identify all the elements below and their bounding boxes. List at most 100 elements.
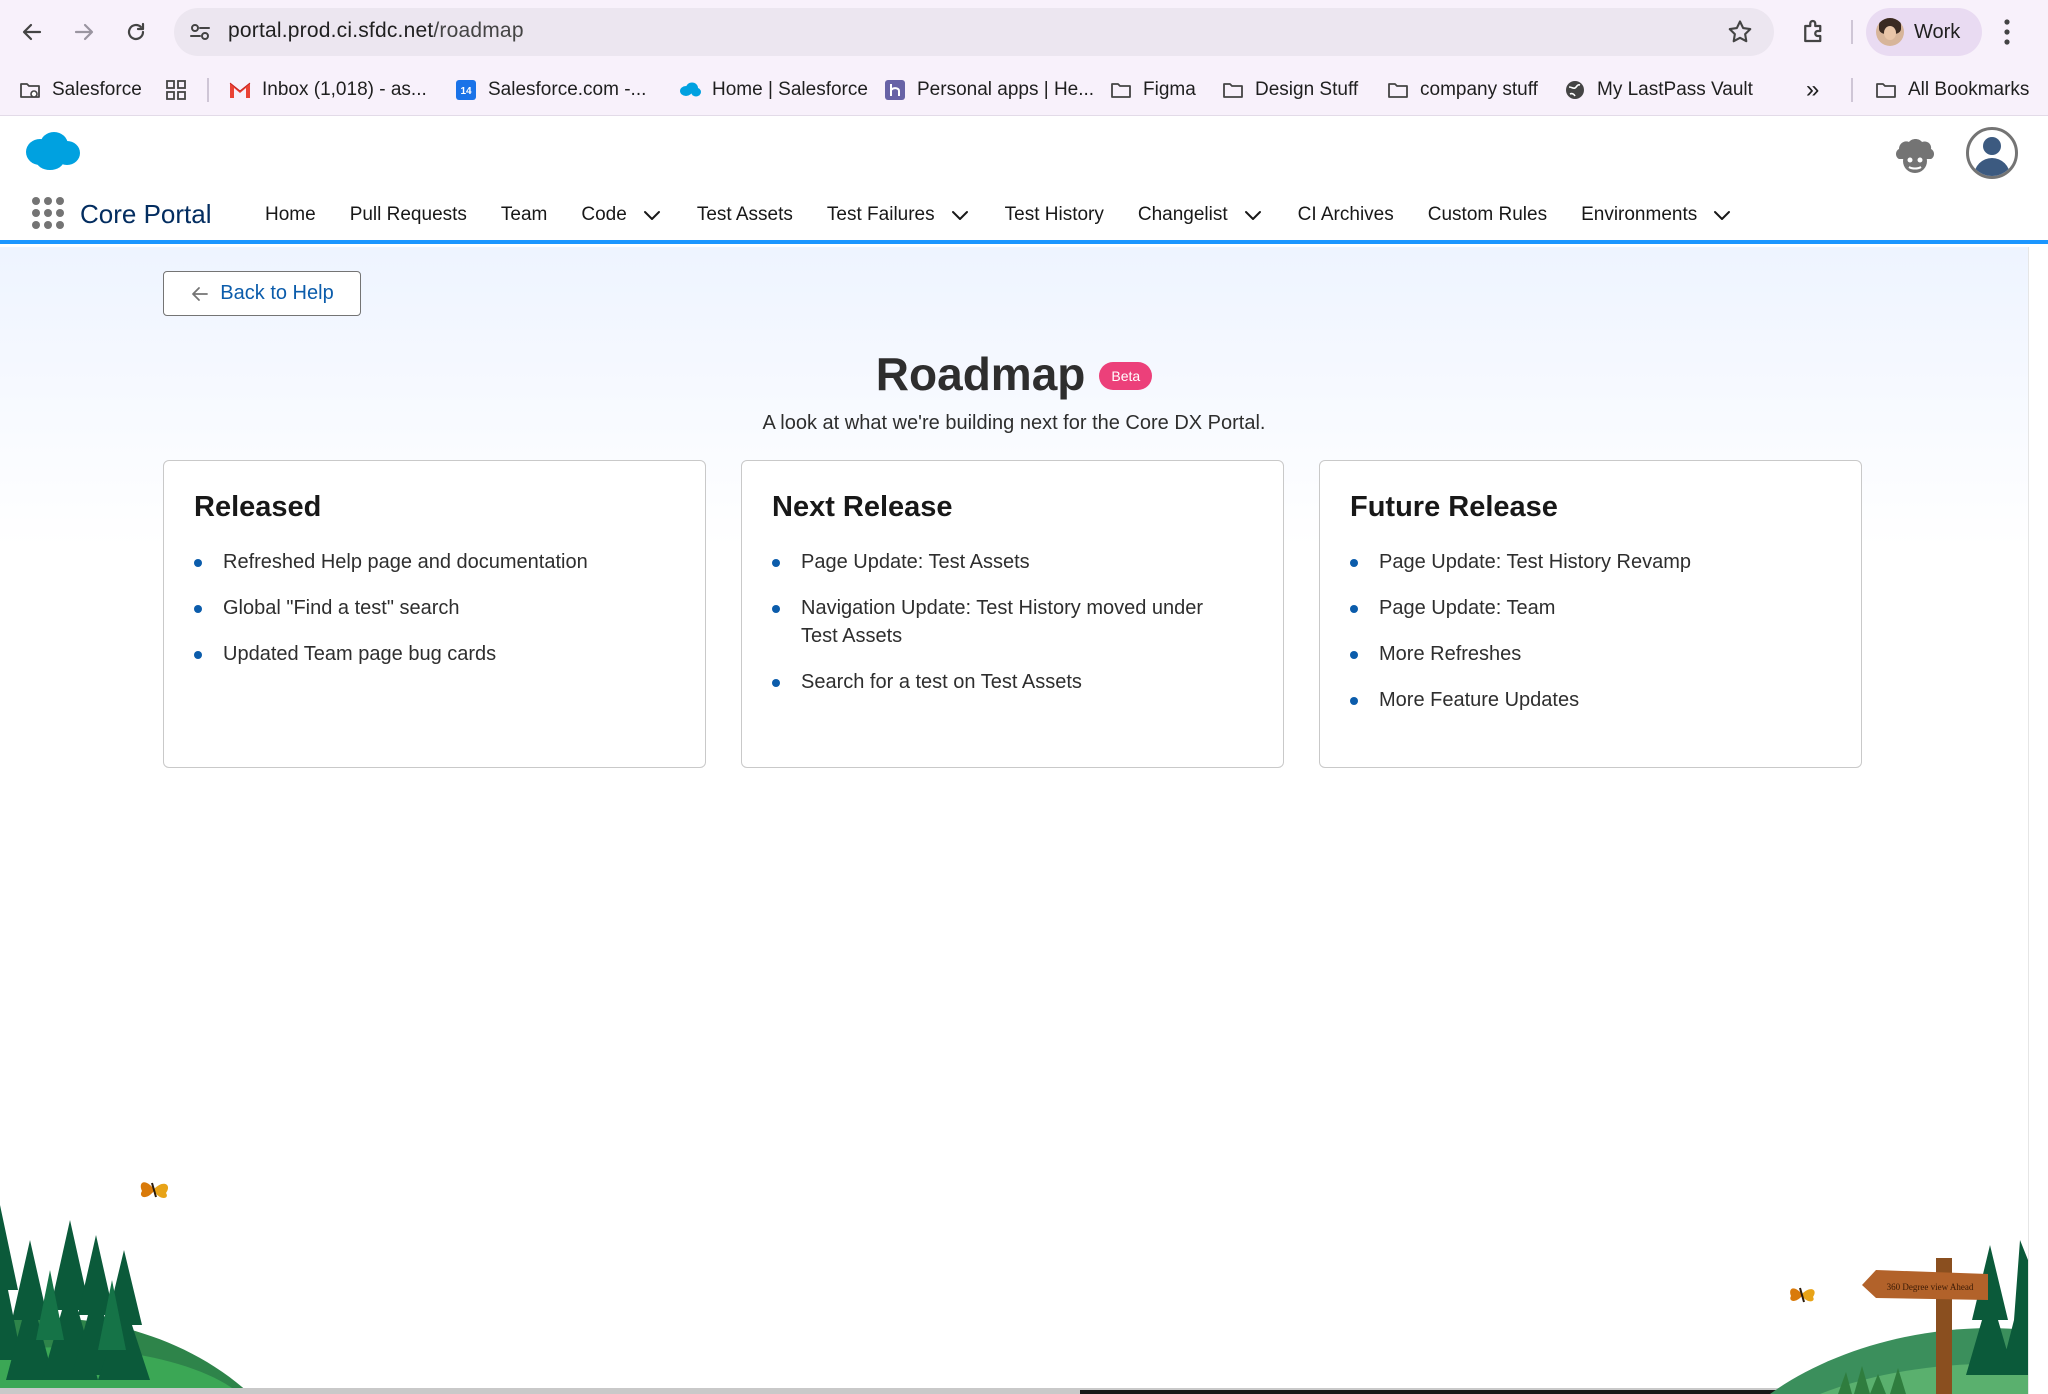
reload-icon [127,22,145,41]
back-nav-button[interactable] [12,12,52,52]
nav-label: Code [581,204,627,225]
bookmarks-divider [1851,78,1853,102]
nav-label: Pull Requests [349,204,467,225]
nav-item-test-history[interactable]: Test History [1005,204,1104,226]
app-header: Core Portal Home Pull Requests Team Code… [0,117,2048,244]
bookmark-home-salesforce[interactable]: Home | Salesforce [678,64,868,116]
bookmark-label: company stuff [1420,79,1538,100]
nav-label: Test Failures [826,204,935,225]
url-path: /roadmap [433,19,524,42]
toolbar-divider [1851,20,1853,44]
bookmark-design-stuff[interactable]: Design Stuff [1221,64,1358,116]
arrow-right-icon [74,23,94,41]
salesforce-cloud-icon [678,78,702,102]
pine-tree [1966,1240,2028,1375]
bookmarks-overflow-button[interactable]: » [1806,64,1819,116]
bookmark-company-stuff[interactable]: company stuff [1386,64,1538,116]
nav-label: Test History [1004,204,1104,225]
nav-item-pull-requests[interactable]: Pull Requests [350,204,467,226]
all-bookmarks-label: All Bookmarks [1908,79,2030,100]
chevron-down-icon[interactable] [1711,204,1733,226]
list-item: Search for a test on Test Assets [772,668,1253,696]
page-title: Roadmap [875,348,1086,400]
nav-label: Custom Rules [1427,204,1548,225]
bookmark-label: Figma [1143,79,1196,100]
list-item: Page Update: Team [1350,594,1831,622]
reload-button[interactable] [116,12,156,52]
bookmark-star-icon[interactable] [1726,18,1754,46]
all-bookmarks-button[interactable]: All Bookmarks [1874,64,2029,116]
nav-label: Team [500,204,548,225]
nav-item-test-failures[interactable]: Test Failures [827,204,971,226]
pine-tree [0,1205,150,1380]
top-navigation: Home Pull Requests Team Code Test Assets… [248,197,1750,233]
page-scrollbar[interactable] [2028,247,2048,1394]
bookmark-label: Home | Salesforce [712,79,868,100]
list-item: Page Update: Test Assets [772,548,1253,576]
card-heading: Next Release [772,491,953,523]
salesforce-logo-icon[interactable] [22,130,82,172]
app-launcher-button[interactable] [32,197,64,229]
bookmark-lastpass[interactable]: My LastPass Vault [1563,64,1753,116]
profile-chip[interactable]: Work [1866,8,1982,56]
nav-item-environments[interactable]: Environments [1581,204,1733,226]
chevron-down-icon[interactable] [641,204,663,226]
nav-item-ci-archives[interactable]: CI Archives [1298,204,1394,226]
profile-label: Work [1914,20,1961,43]
forward-nav-button[interactable] [64,12,104,52]
card-heading: Future Release [1350,491,1558,523]
nav-item-home[interactable]: Home [265,204,316,226]
url-text: portal.prod.ci.sfdc.net/roadmap [228,19,524,43]
arrow-left-icon [192,286,209,301]
nav-label: Home [265,204,316,225]
app-name: Core Portal [80,199,212,229]
calendar-icon: 14 [454,78,478,102]
nav-item-code[interactable]: Code [581,204,662,226]
beta-badge: Beta [1099,362,1153,390]
list-item: More Feature Updates [1350,686,1831,714]
apps-grid-icon [164,78,188,102]
arrow-left-icon [22,23,42,41]
list-item: Refreshed Help page and documentation [194,548,675,576]
bookmark-label: Design Stuff [1255,79,1359,100]
browser-menu-icon[interactable] [2004,18,2010,46]
chevron-down-icon[interactable] [1242,204,1264,226]
gmail-icon [228,78,252,102]
nav-label: Environments [1581,204,1698,225]
bookmark-salesforce[interactable]: Salesforce [18,64,142,116]
extensions-puzzle-icon[interactable] [1799,16,1829,46]
list-item: Global "Find a test" search [194,594,675,622]
page-subtitle: A look at what we're building next for t… [762,412,1266,434]
bookmark-personal-apps[interactable]: Personal apps | He... [883,64,1094,116]
list-item: Updated Team page bug cards [194,640,675,668]
nav-label: CI Archives [1297,204,1394,225]
roadmap-card-future-release: Future Release Page Update: Test History… [1319,460,1862,768]
butterfly-icon [1790,1287,1815,1303]
back-to-help-button[interactable]: Back to Help [163,271,361,316]
user-avatar[interactable] [1966,127,2018,179]
bookmark-gmail[interactable]: Inbox (1,018) - as... [228,64,427,116]
nav-label: Changelist [1137,204,1228,225]
butterfly-icon [140,1182,169,1198]
address-bar[interactable]: portal.prod.ci.sfdc.net/roadmap [174,8,1774,56]
bookmark-figma[interactable]: Figma [1109,64,1196,116]
einstein-icon[interactable] [1891,133,1939,181]
roadmap-card-next-release: Next Release Page Update: Test Assets Na… [741,460,1284,768]
folder-icon [1109,78,1133,102]
chevron-down-icon[interactable] [949,204,971,226]
roadmap-card-released: Released Refreshed Help page and documen… [163,460,706,768]
bookmark-apps[interactable] [164,64,198,116]
back-to-help-label: Back to Help [220,282,334,304]
nav-item-changelist[interactable]: Changelist [1138,204,1264,226]
list-item: Navigation Update: Test History moved un… [772,594,1232,650]
list-item: More Refreshes [1350,640,1831,668]
nav-item-custom-rules[interactable]: Custom Rules [1428,204,1547,226]
bookmark-salesforce-calendar[interactable]: 14 Salesforce.com -... [454,64,646,116]
folder-icon [1221,78,1245,102]
site-info-icon[interactable] [188,20,212,44]
nav-item-test-assets[interactable]: Test Assets [697,204,793,226]
nav-label: Test Assets [696,204,793,225]
folder-icon [1386,78,1410,102]
signpost-text: 360 Degree view Ahead [1887,1282,1974,1292]
nav-item-team[interactable]: Team [501,204,547,226]
